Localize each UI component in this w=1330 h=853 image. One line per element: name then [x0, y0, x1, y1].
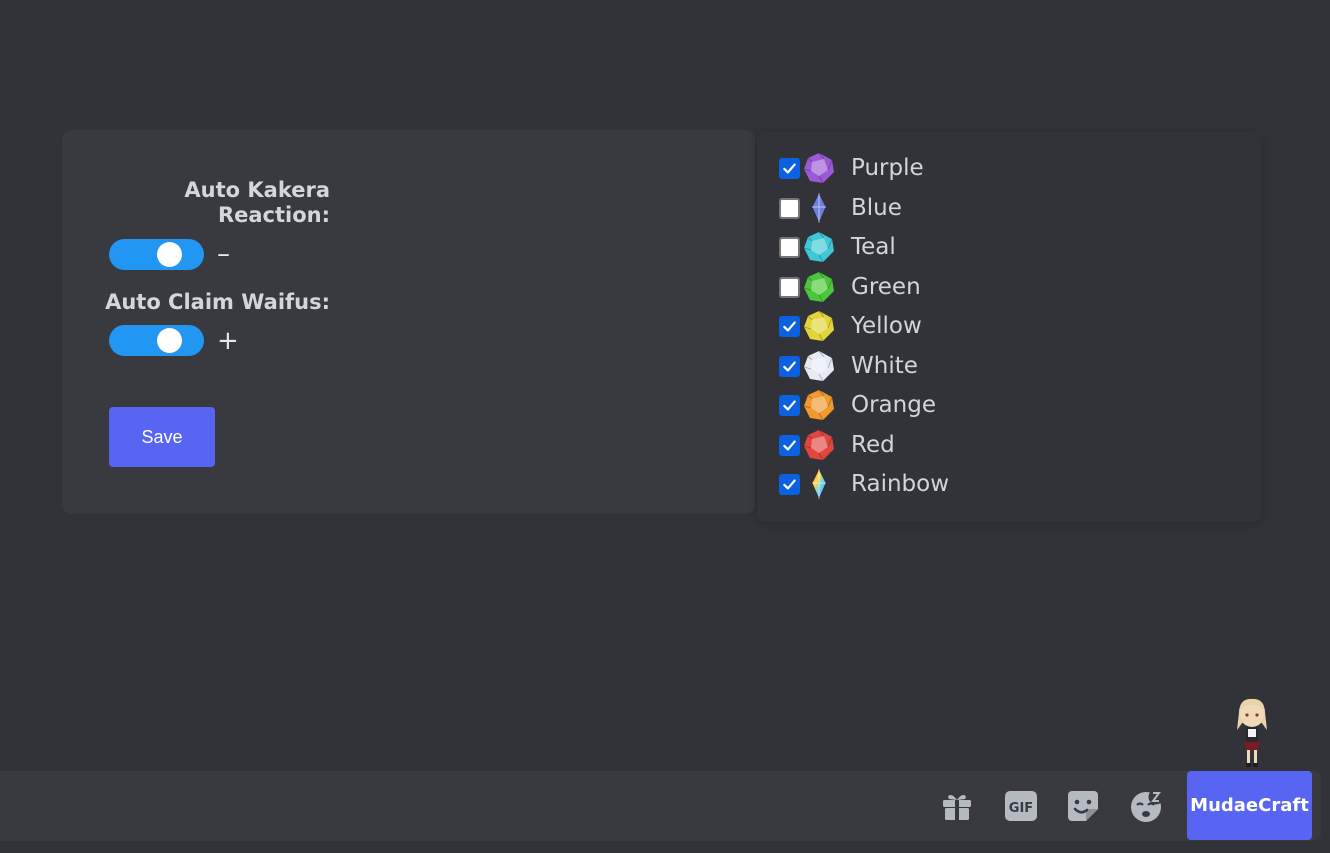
kakera-item: Red	[779, 429, 895, 461]
mascot-character-image	[1237, 698, 1267, 767]
kakera-gem-icon	[802, 309, 836, 343]
kakera-label: Rainbow	[851, 471, 950, 497]
kakera-list-panel: Purple Blue Teal Green Yellow White Orange Red R…	[757, 132, 1261, 522]
kakera-checkbox[interactable]	[779, 355, 800, 377]
kakera-gem-icon	[802, 151, 836, 185]
kakera-label: Green	[851, 274, 921, 300]
auto-kakera-label-line2: Reaction:	[217, 203, 330, 227]
chat-input-bar: GIF MudaeCraft	[0, 771, 1321, 841]
kakera-item: Yellow	[779, 310, 922, 342]
app-root: Auto Kakera Reaction: – Auto Claim Waifu…	[0, 0, 1330, 853]
kakera-item: Purple	[779, 152, 924, 184]
kakera-label: Orange	[851, 392, 936, 418]
kakera-checkbox[interactable]	[779, 434, 800, 456]
kakera-gem-icon	[802, 230, 836, 264]
kakera-gem-icon	[802, 388, 836, 422]
gif-icon[interactable]: GIF	[1004, 789, 1038, 823]
kakera-label: Blue	[851, 195, 902, 221]
sticker-icon[interactable]	[1066, 789, 1100, 823]
kakera-item: Blue	[779, 192, 902, 224]
auto-claim-expand-sign[interactable]: +	[217, 326, 239, 356]
toggle-knob	[157, 328, 182, 353]
kakera-label: Purple	[851, 155, 924, 181]
kakera-gem-icon	[802, 428, 836, 462]
save-button[interactable]: Save	[109, 407, 215, 467]
kakera-item: Rainbow	[779, 468, 949, 500]
settings-panel: Auto Kakera Reaction: – Auto Claim Waifu…	[62, 130, 755, 514]
kakera-item: Orange	[779, 389, 936, 421]
kakera-gem-icon	[802, 349, 836, 383]
gif-icon-text: GIF	[1009, 801, 1033, 816]
kakera-item: White	[779, 350, 918, 382]
auto-kakera-collapse-sign[interactable]: –	[217, 239, 230, 269]
kakera-item: Teal	[779, 231, 896, 263]
kakera-gem-icon	[802, 191, 836, 225]
kakera-label: Yellow	[851, 313, 922, 339]
kakera-checkbox[interactable]	[779, 197, 800, 219]
mudaecraft-button[interactable]: MudaeCraft	[1187, 771, 1312, 840]
kakera-checkbox[interactable]	[779, 157, 800, 179]
gift-icon[interactable]	[940, 789, 974, 823]
kakera-checkbox[interactable]	[779, 236, 800, 258]
auto-claim-label: Auto Claim Waifus:	[105, 290, 330, 314]
kakera-gem-icon	[802, 467, 836, 501]
kakera-label: Red	[851, 432, 895, 458]
kakera-checkbox[interactable]	[779, 394, 800, 416]
kakera-checkbox[interactable]	[779, 473, 800, 495]
emoji-icon[interactable]	[1129, 789, 1163, 823]
auto-kakera-toggle[interactable]	[109, 239, 204, 270]
auto-kakera-label: Auto Kakera Reaction:	[130, 178, 330, 228]
kakera-checkbox[interactable]	[779, 276, 800, 298]
kakera-checkbox[interactable]	[779, 315, 800, 337]
auto-claim-toggle[interactable]	[109, 325, 204, 356]
auto-kakera-label-line1: Auto Kakera	[184, 178, 330, 202]
kakera-label: Teal	[851, 234, 896, 260]
kakera-item: Green	[779, 271, 921, 303]
kakera-gem-icon	[802, 270, 836, 304]
kakera-label: White	[851, 353, 918, 379]
toggle-knob	[157, 242, 182, 267]
